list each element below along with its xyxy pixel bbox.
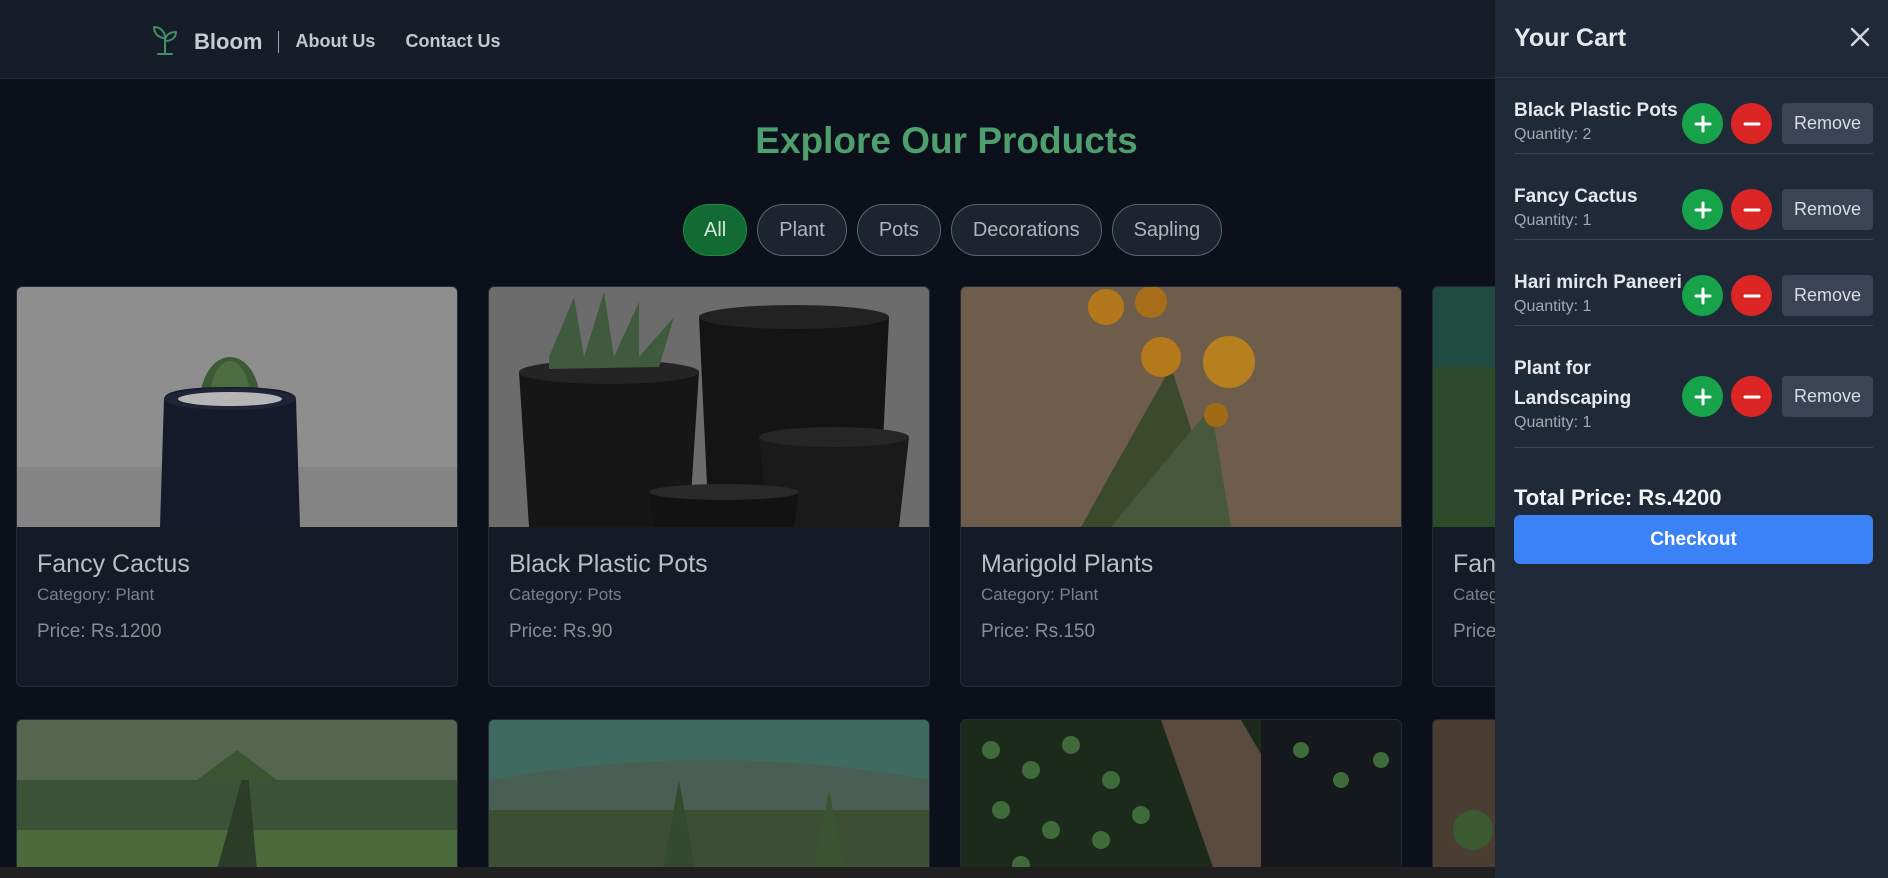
- decrease-quantity-button[interactable]: [1731, 376, 1772, 417]
- product-price: Price: Rs.150: [981, 621, 1096, 642]
- product-card[interactable]: Marigold Plants Category: Plant Price: R…: [960, 286, 1402, 687]
- product-image-black-plastic-pots: [489, 287, 929, 527]
- cart-item: Black Plastic Pots Quantity: 2 Remove: [1514, 96, 1873, 154]
- minus-icon: [1743, 122, 1760, 125]
- checkout-button[interactable]: Checkout: [1514, 515, 1873, 564]
- product-card[interactable]: Fancy Cactus Category: Plant Price: Rs.1…: [16, 286, 458, 687]
- brand: Bloom About Us Contact Us: [150, 22, 530, 61]
- cart-title: Your Cart: [1514, 24, 1627, 52]
- minus-icon: [1743, 208, 1760, 211]
- cart-item: Hari mirch Paneeri Quantity: 1 Remove: [1514, 268, 1873, 326]
- plus-icon: [1694, 201, 1711, 218]
- sprout-icon: [150, 22, 180, 61]
- product-category: Category: Plant: [37, 585, 155, 604]
- product-image-fancy-cactus: [17, 287, 457, 527]
- product-info: Black Plastic Pots Category: Pots Price:…: [509, 550, 708, 643]
- product-name: Fancy Cactus: [37, 550, 190, 578]
- close-icon[interactable]: [1847, 24, 1873, 50]
- product-image-garden: [17, 720, 457, 878]
- cart-total: Total Price: Rs.4200: [1514, 485, 1722, 510]
- filter-decorations[interactable]: Decorations: [950, 204, 1102, 256]
- cart-divider: [1495, 77, 1888, 78]
- product-category: Category: Pots: [509, 585, 622, 604]
- cart-item-controls: Remove: [1682, 275, 1873, 316]
- filter-plant[interactable]: Plant: [757, 204, 847, 256]
- cart-item: Fancy Cactus Quantity: 1 Remove: [1514, 182, 1873, 240]
- plus-icon: [1694, 388, 1711, 405]
- cart-item-name: Hari mirch Paneeri: [1514, 272, 1682, 293]
- plus-icon: [1694, 115, 1711, 132]
- product-image-greenhouse: [489, 720, 929, 878]
- increase-quantity-button[interactable]: [1682, 103, 1723, 144]
- cart-panel: Your Cart Black Plastic Pots Quantity: 2…: [1495, 0, 1888, 878]
- brand-name[interactable]: Bloom: [194, 29, 262, 55]
- product-card[interactable]: [488, 719, 930, 878]
- nav-divider: [278, 30, 280, 53]
- cart-item-name: Plant for Landscaping: [1514, 358, 1632, 409]
- decrease-quantity-button[interactable]: [1731, 103, 1772, 144]
- cart-item-controls: Remove: [1682, 189, 1873, 230]
- product-card[interactable]: Black Plastic Pots Category: Pots Price:…: [488, 286, 930, 687]
- product-image-saplings: [961, 720, 1401, 878]
- cart-item-controls: Remove: [1682, 103, 1873, 144]
- remove-button[interactable]: Remove: [1782, 103, 1873, 144]
- nav-link-contact[interactable]: Contact Us: [405, 31, 500, 52]
- filter-pots[interactable]: Pots: [856, 204, 941, 256]
- product-name: Black Plastic Pots: [509, 550, 708, 578]
- product-card[interactable]: [16, 719, 458, 878]
- minus-icon: [1743, 395, 1760, 398]
- filter-sapling[interactable]: Sapling: [1111, 204, 1223, 256]
- product-category: Category: Plant: [981, 585, 1099, 604]
- remove-button[interactable]: Remove: [1782, 189, 1873, 230]
- product-price: Price: Rs.1200: [37, 621, 162, 642]
- cart-item-controls: Remove: [1682, 376, 1873, 417]
- decrease-quantity-button[interactable]: [1731, 189, 1772, 230]
- cart-item-name: Black Plastic Pots: [1514, 100, 1678, 121]
- category-filters: All Plant Pots Decorations Sapling: [683, 204, 1223, 256]
- decrease-quantity-button[interactable]: [1731, 275, 1772, 316]
- product-info: Marigold Plants Category: Plant Price: R…: [981, 550, 1153, 643]
- product-price: Price: Rs.90: [509, 621, 613, 642]
- cart-item-name: Fancy Cactus: [1514, 186, 1638, 207]
- cart-item: Plant for Landscaping Quantity: 1 Remove: [1514, 354, 1873, 448]
- remove-button[interactable]: Remove: [1782, 376, 1873, 417]
- increase-quantity-button[interactable]: [1682, 376, 1723, 417]
- minus-icon: [1743, 294, 1760, 297]
- product-name: Marigold Plants: [981, 550, 1154, 578]
- product-info: Fancy Cactus Category: Plant Price: Rs.1…: [37, 550, 190, 643]
- remove-button[interactable]: Remove: [1782, 275, 1873, 316]
- plus-icon: [1694, 287, 1711, 304]
- nav-link-about[interactable]: About Us: [295, 31, 375, 52]
- product-image-marigold-plants: [961, 287, 1401, 527]
- increase-quantity-button[interactable]: [1682, 275, 1723, 316]
- product-card[interactable]: [960, 719, 1402, 878]
- filter-all[interactable]: All: [683, 204, 748, 256]
- increase-quantity-button[interactable]: [1682, 189, 1723, 230]
